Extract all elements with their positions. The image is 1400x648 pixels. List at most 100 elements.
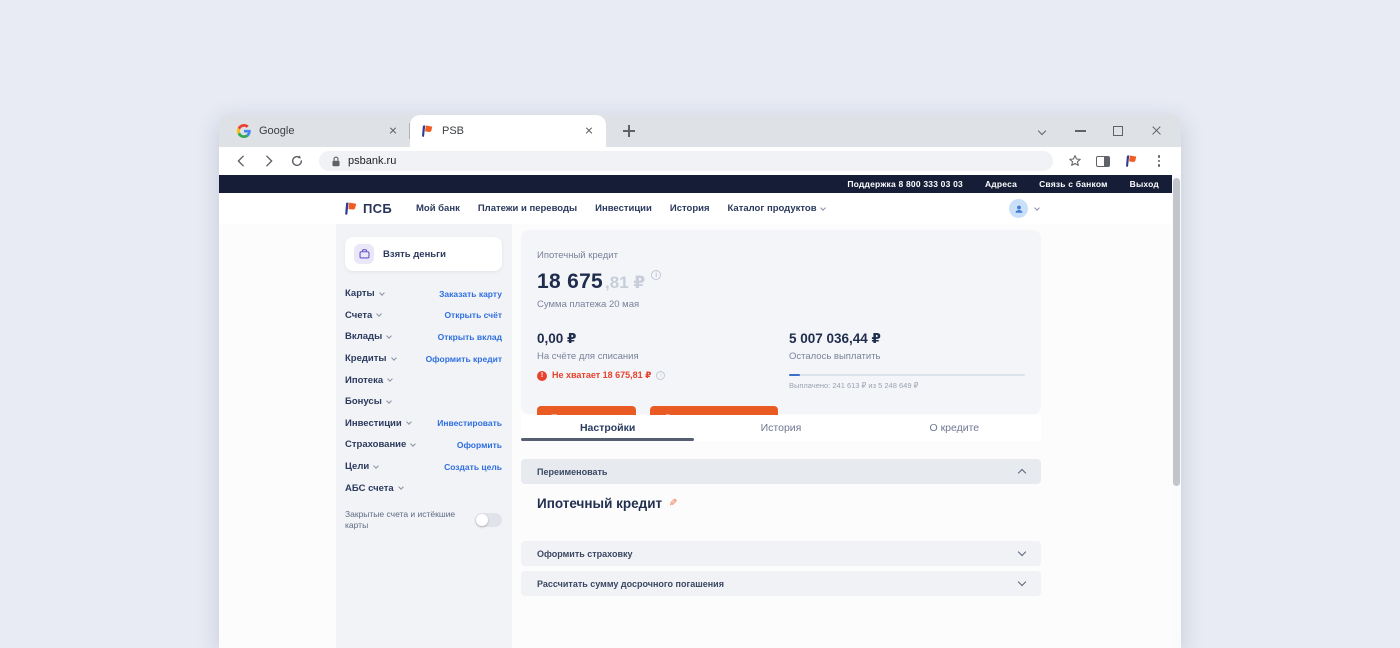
site-topbar: Поддержка 8 800 333 03 03 Адреса Связь с… — [219, 175, 1181, 193]
insurance-accordion[interactable]: Оформить страховку — [521, 541, 1041, 566]
chevron-down-icon — [391, 355, 397, 361]
sidebar-item-insurance[interactable]: Страхование Оформить — [345, 434, 502, 456]
action-get-insurance[interactable]: Оформить — [457, 440, 502, 450]
action-open-account[interactable]: Открыть счёт — [444, 310, 502, 320]
edit-pencil-icon[interactable]: ✎ — [669, 498, 677, 509]
action-open-deposit[interactable]: Открыть вклад — [438, 332, 502, 342]
sidebar-item-goals[interactable]: Цели Создать цель — [345, 456, 502, 478]
take-money-label: Взять деньги — [383, 249, 446, 260]
brand-text: ПСБ — [363, 201, 392, 216]
psb-extension-icon — [1124, 154, 1138, 168]
window-menu-chevron[interactable] — [1023, 115, 1061, 147]
browser-toolbar: psbank.ru — [219, 147, 1181, 175]
rename-label: Переименовать — [537, 467, 607, 477]
url-text: psbank.ru — [348, 155, 396, 167]
closed-accounts-toggle[interactable] — [475, 513, 502, 527]
loan-type-label: Ипотечный кредит — [537, 250, 1025, 261]
user-icon — [1014, 204, 1024, 214]
tab-settings[interactable]: Настройки — [521, 415, 694, 441]
nav-item-catalog[interactable]: Каталог продуктов — [728, 203, 825, 214]
progress-fill — [789, 374, 800, 376]
sidebar: Взять деньги Карты Заказать карту Счета … — [336, 224, 512, 648]
reload-icon — [290, 154, 304, 168]
tab-psb-close-icon[interactable] — [582, 124, 596, 138]
sidebar-item-accounts[interactable]: Счета Открыть счёт — [345, 305, 502, 327]
payment-amount-frac: ,81 ₽ — [605, 273, 645, 293]
tab-google[interactable]: Google — [227, 115, 410, 147]
action-create-goal[interactable]: Создать цель — [444, 462, 502, 472]
payment-caption: Сумма платежа 20 мая — [537, 299, 1025, 310]
tab-psb-title: PSB — [442, 125, 574, 137]
chevron-down-icon — [1018, 578, 1026, 586]
contact-bank-link[interactable]: Связь с банком — [1039, 179, 1108, 189]
sidebar-item-investments[interactable]: Инвестиции Инвестировать — [345, 413, 502, 435]
address-bar[interactable]: psbank.ru — [319, 151, 1053, 171]
profile-menu[interactable] — [1009, 199, 1039, 218]
browser-tab-strip: Google PSB — [219, 115, 1181, 147]
logout-link[interactable]: Выход — [1130, 179, 1159, 189]
rename-accordion[interactable]: Переименовать — [521, 459, 1041, 484]
info-icon[interactable]: i — [651, 270, 661, 280]
sidebar-item-abs-accounts[interactable]: АБС счета — [345, 477, 502, 499]
new-tab-button[interactable] — [618, 120, 640, 142]
chevron-down-icon — [410, 441, 416, 447]
scrollbar-thumb[interactable] — [1173, 178, 1180, 486]
tab-google-close-icon[interactable] — [386, 124, 400, 138]
nav-item-payments[interactable]: Платежи и переводы — [478, 203, 577, 214]
take-money-button[interactable]: Взять деньги — [345, 237, 502, 271]
browser-menu-button[interactable] — [1147, 149, 1171, 173]
balance-amount: 0,00 ₽ — [537, 331, 789, 347]
remaining-caption: Осталось выплатить — [789, 351, 1025, 362]
window-close-button[interactable] — [1137, 115, 1175, 147]
back-arrow-icon — [234, 154, 248, 168]
help-icon[interactable]: i — [656, 371, 665, 380]
reload-button[interactable] — [285, 149, 309, 173]
close-icon — [1149, 124, 1163, 138]
nav-item-history[interactable]: История — [670, 203, 710, 214]
insufficient-funds-warning: ! Не хватает 18 675,81 ₽ i — [537, 370, 789, 381]
minimize-icon — [1075, 130, 1086, 131]
warning-text: Не хватает 18 675,81 ₽ — [552, 370, 651, 381]
addresses-link[interactable]: Адреса — [985, 179, 1017, 189]
balance-column: 0,00 ₽ На счёте для списания ! Не хватае… — [537, 331, 789, 390]
action-invest[interactable]: Инвестировать — [437, 418, 502, 428]
psb-logo-icon — [343, 201, 358, 216]
nav-item-my-bank[interactable]: Мой банк — [416, 203, 460, 214]
minimize-button[interactable] — [1061, 115, 1099, 147]
chevron-down-icon — [377, 312, 383, 318]
psb-extension-button[interactable] — [1119, 149, 1143, 173]
site-navbar: ПСБ Мой банк Платежи и переводы Инвестиц… — [219, 193, 1181, 224]
forward-button[interactable] — [257, 149, 281, 173]
side-panel-button[interactable] — [1091, 149, 1115, 173]
back-button[interactable] — [229, 149, 253, 173]
sidebar-item-bonuses[interactable]: Бонусы — [345, 391, 502, 413]
maximize-button[interactable] — [1099, 115, 1137, 147]
chevron-down-icon — [398, 484, 404, 490]
chevron-down-icon — [1018, 548, 1026, 556]
payment-amount: 18 675 ,81 ₽ i — [537, 270, 1025, 294]
balance-caption: На счёте для списания — [537, 351, 789, 362]
tab-google-title: Google — [259, 125, 378, 137]
chevron-down-icon — [386, 333, 392, 339]
closed-accounts-toggle-row: Закрытые счета и истёкшие карты — [345, 509, 502, 532]
tab-psb[interactable]: PSB — [410, 115, 606, 147]
action-order-card[interactable]: Заказать карту — [439, 289, 502, 299]
nav-item-investments[interactable]: Инвестиции — [595, 203, 652, 214]
psb-logo[interactable]: ПСБ — [343, 201, 392, 216]
maximize-icon — [1113, 126, 1123, 136]
sidebar-item-mortgage[interactable]: Ипотека — [345, 369, 502, 391]
sidebar-item-cards[interactable]: Карты Заказать карту — [345, 283, 502, 305]
star-icon — [1068, 154, 1082, 168]
avatar — [1009, 199, 1028, 218]
window-controls — [1023, 115, 1175, 147]
action-get-credit[interactable]: Оформить кредит — [426, 354, 502, 364]
page-body: Взять деньги Карты Заказать карту Счета … — [219, 224, 1181, 648]
tab-history[interactable]: История — [694, 415, 867, 441]
sidebar-item-credits[interactable]: Кредиты Оформить кредит — [345, 348, 502, 370]
tab-about-loan[interactable]: О кредите — [868, 415, 1041, 441]
bookmark-button[interactable] — [1063, 149, 1087, 173]
early-repayment-calc-accordion[interactable]: Рассчитать сумму досрочного погашения — [521, 571, 1041, 596]
insurance-label: Оформить страховку — [537, 549, 633, 559]
page-scrollbar[interactable] — [1172, 175, 1181, 648]
sidebar-item-deposits[interactable]: Вклады Открыть вклад — [345, 326, 502, 348]
